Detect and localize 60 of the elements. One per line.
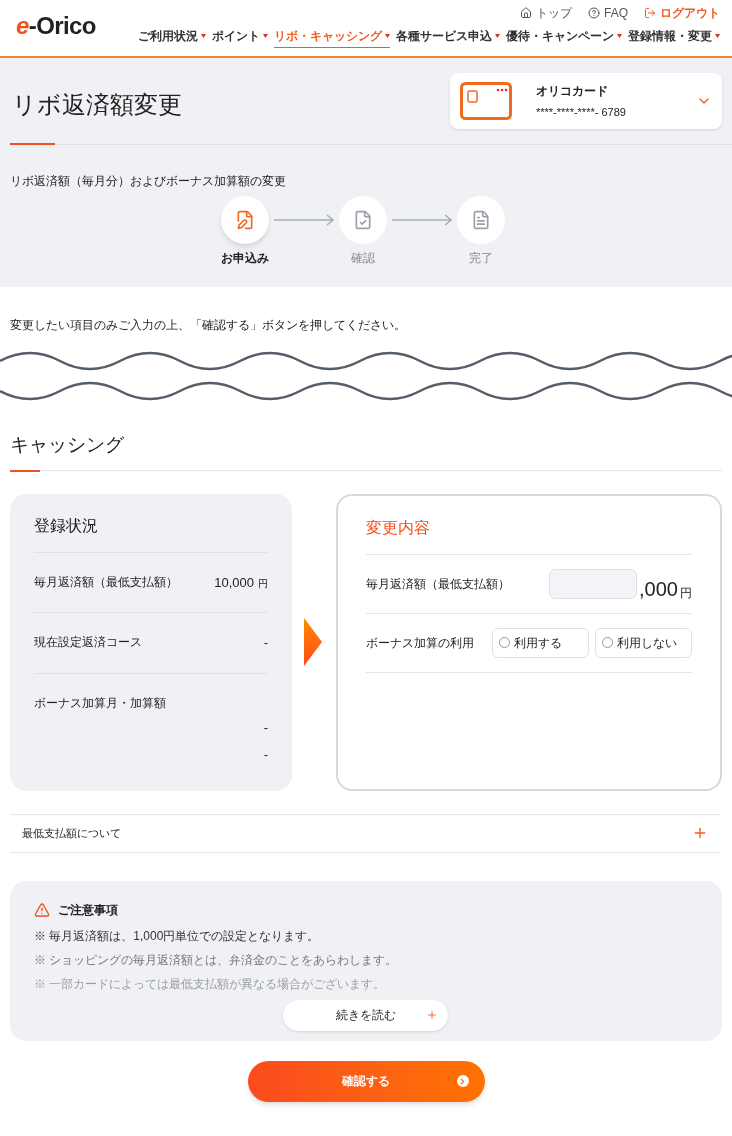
instruction-text: 変更したい項目のみご入力の上、「確認する」ボタンを押してください。	[10, 317, 407, 334]
logo[interactable]: e-Orico	[16, 14, 96, 38]
home-icon	[520, 7, 532, 19]
caret-icon	[385, 34, 390, 38]
nav-tab[interactable]: 優待・キャンペーン	[506, 27, 622, 48]
accordion-header[interactable]: 最低支払額について	[10, 813, 720, 853]
step-label: 確認	[351, 250, 375, 267]
page-title: リボ返済額変更	[12, 90, 182, 120]
read-more-button[interactable]: 続きを読む	[283, 999, 448, 1031]
nav-tab[interactable]: 各種サービス申込	[396, 27, 500, 48]
card-selector[interactable]: オリコカード ****-****-****- 6789	[450, 73, 722, 129]
nav-tab[interactable]: ポイント	[212, 27, 268, 48]
utility-link[interactable]: FAQ	[588, 4, 628, 22]
radio-option[interactable]: 利用する	[492, 627, 589, 658]
amount-suffix: ,000	[639, 578, 678, 599]
card-number: ****-****-****- 6789	[536, 104, 627, 120]
caret-icon	[263, 34, 268, 38]
row-value: -	[263, 634, 268, 652]
step-label: 完了	[469, 250, 493, 267]
amount-field[interactable]	[549, 568, 638, 599]
help-icon	[588, 7, 600, 19]
notice-text: ※ ショッピングの毎月返済額とは、弁済金のことをあらわします。	[34, 951, 399, 969]
unit-text: 円	[258, 576, 268, 591]
caret-icon	[617, 34, 622, 38]
row-label: ボーナス加算月・加算額	[34, 694, 166, 712]
card-heading: 登録状況	[34, 513, 268, 553]
row-value: -	[263, 718, 268, 737]
row-label: 現在設定返済コース	[34, 634, 142, 651]
caret-icon	[715, 34, 720, 38]
plus-icon	[426, 1009, 438, 1021]
row-label: 毎月返済額（最低支払額）	[34, 573, 178, 591]
plus-icon	[692, 825, 708, 841]
notice-text: ※ 毎月返済額は、1,000円単位での設定となります。	[34, 927, 321, 945]
nav-tab[interactable]: ご利用状況	[138, 27, 206, 48]
row-value: -	[263, 746, 268, 764]
warning-icon	[34, 901, 50, 918]
document-pen-icon	[235, 210, 255, 230]
arrow-right-icon	[304, 618, 324, 666]
document-icon	[471, 210, 491, 230]
card-icon	[460, 82, 512, 120]
row-label: ボーナス加算の利用	[366, 634, 474, 652]
arrow-icon	[392, 214, 452, 226]
step-label: お申込み	[221, 250, 269, 267]
logout-icon	[644, 7, 656, 19]
section-title: キャッシング	[10, 433, 125, 457]
caret-icon	[495, 34, 500, 38]
card-heading: 変更内容	[366, 515, 692, 555]
nav-tab[interactable]: 登録情報・変更	[628, 27, 720, 48]
utility-link[interactable]: トップ	[520, 4, 572, 22]
caret-icon	[201, 34, 206, 38]
card-name: オリコカード	[536, 82, 609, 100]
radio-option[interactable]: 利用しない	[595, 627, 692, 658]
subtitle: リボ返済額（毎月分）およびボーナス加算額の変更	[10, 173, 287, 190]
row-value: 10,000	[214, 573, 254, 592]
notice-title: ご注意事項	[58, 901, 118, 919]
unit-text: 円	[680, 586, 692, 599]
row-label: 毎月返済額（最低支払額）	[366, 575, 510, 593]
arrow-icon	[274, 214, 334, 226]
notice-text: ※ 一部カードによっては最低支払額が異なる場合がございます。	[34, 975, 387, 993]
document-check-icon	[353, 210, 373, 230]
